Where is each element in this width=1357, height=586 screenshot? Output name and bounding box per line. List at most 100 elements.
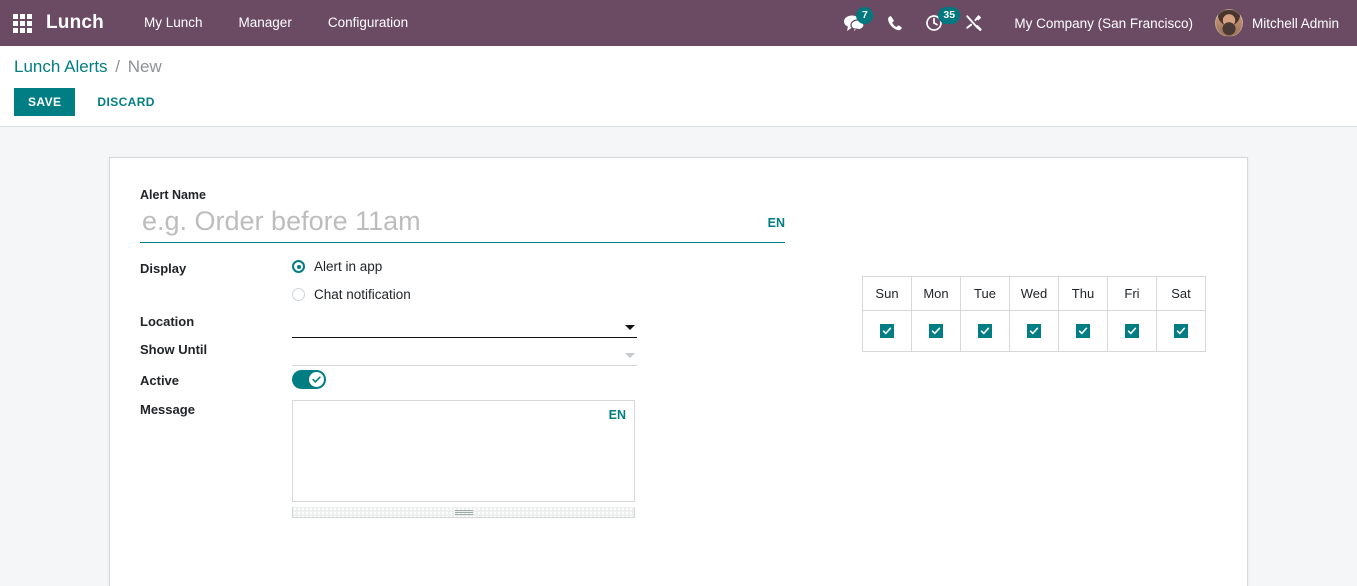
days-of-week-table: Sun Mon Tue Wed Thu Fri Sat	[862, 276, 1206, 352]
avatar	[1214, 9, 1243, 37]
location-label: Location	[140, 314, 195, 329]
display-option-chat-notification[interactable]: Chat notification	[292, 287, 637, 302]
app-brand-lunch[interactable]: Lunch	[44, 12, 126, 34]
day-checkbox-thu[interactable]	[1076, 323, 1090, 338]
message-wrap: EN	[292, 400, 635, 507]
breadcrumb-separator: /	[115, 57, 121, 76]
chevron-down-icon[interactable]	[625, 325, 635, 330]
alert-name-language-badge[interactable]: EN	[768, 216, 785, 230]
chevron-down-icon[interactable]	[625, 353, 635, 358]
day-checkbox-sun[interactable]	[880, 323, 894, 338]
active-toggle[interactable]	[292, 370, 326, 389]
day-checkbox-mon[interactable]	[929, 323, 943, 338]
active-field	[292, 370, 637, 389]
check-icon	[1029, 327, 1039, 334]
location-field	[292, 312, 637, 338]
radio-alert-in-app-label: Alert in app	[314, 259, 383, 274]
message-field: EN	[292, 400, 637, 518]
check-icon	[980, 327, 990, 334]
day-cell-wed	[1009, 310, 1059, 352]
menu-configuration[interactable]: Configuration	[310, 0, 426, 46]
alert-name-input[interactable]	[140, 204, 785, 243]
day-checkbox-sat[interactable]	[1174, 323, 1188, 338]
messages-button[interactable]: 7	[832, 0, 876, 46]
day-cell-sat	[1156, 310, 1206, 352]
radio-alert-in-app[interactable]	[292, 260, 305, 273]
top-navbar: Lunch My Lunch Manager Configuration 7 3…	[0, 0, 1357, 46]
check-icon	[312, 376, 321, 383]
location-select[interactable]	[292, 312, 637, 338]
day-header-wed: Wed	[1009, 276, 1059, 311]
message-language-badge[interactable]: EN	[609, 408, 626, 422]
show-until-input[interactable]	[292, 349, 617, 364]
location-input[interactable]	[292, 321, 617, 336]
day-header-sat: Sat	[1156, 276, 1206, 311]
display-options: Alert in app Chat notification	[292, 259, 637, 306]
menu-manager[interactable]: Manager	[221, 0, 310, 46]
day-checkbox-fri[interactable]	[1125, 323, 1139, 338]
user-name: Mitchell Admin	[1251, 15, 1339, 31]
messages-count-badge: 7	[856, 7, 874, 24]
breadcrumb: Lunch Alerts / New	[14, 57, 1343, 77]
check-icon	[1127, 327, 1137, 334]
apps-menu-button[interactable]	[0, 0, 44, 46]
message-label: Message	[140, 402, 195, 417]
message-resize-handle[interactable]	[292, 507, 635, 518]
day-header-thu: Thu	[1058, 276, 1108, 311]
control-panel-buttons: SAVE DISCARD	[14, 88, 1343, 116]
breadcrumb-lunch-alerts[interactable]: Lunch Alerts	[14, 57, 108, 76]
field-location: Location	[140, 312, 820, 338]
form-right-column: Sun Mon Tue Wed Thu Fri Sat	[820, 188, 1219, 586]
field-message: Message EN	[140, 400, 820, 518]
check-icon	[931, 327, 941, 334]
breadcrumb-current: New	[127, 57, 162, 76]
field-active: Active	[140, 370, 820, 389]
days-header-row: Sun Mon Tue Wed Thu Fri Sat	[862, 276, 1206, 311]
display-label: Display	[140, 261, 187, 276]
day-header-fri: Fri	[1107, 276, 1157, 311]
sheet-container: Alert Name EN Display Alert in app Chat	[0, 127, 1357, 586]
day-header-mon: Mon	[911, 276, 961, 311]
check-icon	[1176, 327, 1186, 334]
alert-name-label: Alert Name	[140, 188, 206, 202]
day-cell-sun	[862, 310, 912, 352]
message-textarea[interactable]	[292, 400, 635, 502]
day-cell-tue	[960, 310, 1010, 352]
toggle-knob	[309, 372, 324, 387]
show-until-select[interactable]	[292, 340, 637, 366]
company-switcher[interactable]: My Company (San Francisco)	[994, 16, 1209, 31]
navbar-systray: 7 35 My Company (San Francisco) Mitchell…	[832, 0, 1347, 46]
form-left-column: Alert Name EN Display Alert in app Chat	[140, 188, 820, 586]
show-until-underline	[292, 365, 637, 366]
location-underline	[292, 337, 637, 338]
phone-button[interactable]	[876, 0, 914, 46]
day-checkbox-wed[interactable]	[1027, 323, 1041, 338]
apps-grid-icon	[12, 13, 32, 33]
phone-icon	[887, 15, 903, 32]
menu-my-lunch[interactable]: My Lunch	[126, 0, 221, 46]
day-checkbox-tue[interactable]	[978, 323, 992, 338]
show-until-label: Show Until	[140, 342, 208, 357]
day-cell-thu	[1058, 310, 1108, 352]
field-alert-name: Alert Name EN	[140, 188, 820, 243]
user-menu[interactable]: Mitchell Admin	[1209, 9, 1347, 37]
display-option-alert-in-app[interactable]: Alert in app	[292, 259, 637, 274]
alert-name-input-row: EN	[140, 204, 785, 243]
form-sheet: Alert Name EN Display Alert in app Chat	[109, 157, 1248, 586]
day-cell-fri	[1107, 310, 1157, 352]
day-header-tue: Tue	[960, 276, 1010, 311]
active-label: Active	[140, 373, 180, 388]
discard-button[interactable]: DISCARD	[83, 88, 168, 116]
day-cell-mon	[911, 310, 961, 352]
check-icon	[882, 327, 892, 334]
field-show-until: Show Until	[140, 340, 820, 366]
save-button[interactable]: SAVE	[14, 88, 76, 116]
days-checkbox-row	[862, 310, 1206, 352]
check-icon	[1078, 327, 1088, 334]
radio-chat-notification[interactable]	[292, 288, 305, 301]
control-panel: Lunch Alerts / New SAVE DISCARD	[0, 46, 1357, 127]
tools-button[interactable]	[954, 0, 994, 46]
activities-button[interactable]: 35	[914, 0, 961, 46]
tools-icon	[965, 14, 983, 32]
resize-handle-icon	[454, 509, 473, 515]
